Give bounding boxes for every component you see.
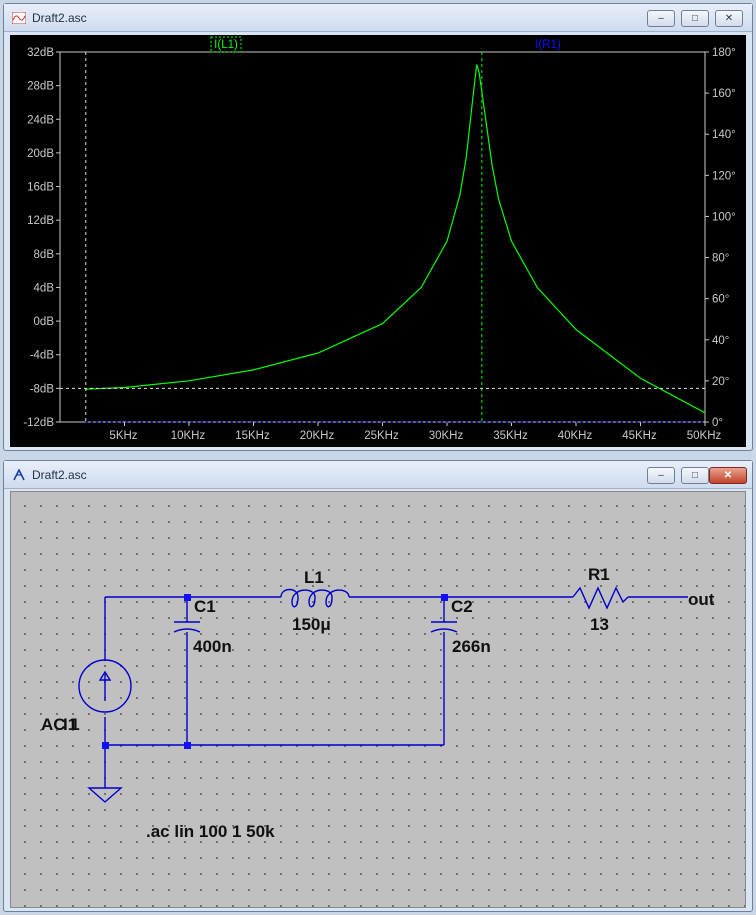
- bode-plot[interactable]: 32dB 28dB 24dB 20dB 16dB 12dB 8dB 4dB 0dB -4dB -8d…: [10, 35, 746, 447]
- spice-directive[interactable]: .ac lin 100 1 50k: [146, 822, 275, 841]
- r1-value-label[interactable]: 13: [590, 615, 609, 634]
- x-tick-label: 5KHz: [109, 430, 137, 442]
- plot-window-title: Draft2.asc: [32, 11, 87, 25]
- source-value-label[interactable]: AC 1: [41, 715, 80, 734]
- x-tick-label: 30KHz: [429, 430, 464, 442]
- plot-area[interactable]: 32dB 28dB 24dB 20dB 16dB 12dB 8dB 4dB 0dB -4dB -8d…: [10, 35, 746, 447]
- capacitor-c1-plate: [173, 628, 201, 633]
- minimize-button[interactable]: –: [647, 10, 675, 27]
- y2-tick-label: 140°: [712, 129, 736, 141]
- r1-ref-label[interactable]: R1: [588, 565, 610, 584]
- junction-dot: [441, 594, 448, 601]
- close-button[interactable]: ✕: [709, 467, 747, 484]
- x-tick-label: 35KHz: [493, 430, 528, 442]
- y2-tick-label: 160°: [712, 88, 736, 100]
- x-tick-label: 10KHz: [171, 430, 206, 442]
- y-tick-label: 32dB: [27, 47, 54, 59]
- y-tick-label: 0dB: [34, 316, 55, 328]
- y2-tick-label: 120°: [712, 170, 736, 182]
- x-tick-label: 40KHz: [558, 430, 593, 442]
- y-tick-label: -4dB: [30, 350, 55, 362]
- y2-tick-label: 180°: [712, 47, 736, 59]
- schematic-window-title: Draft2.asc: [32, 468, 87, 482]
- series-line-il1[interactable]: [85, 64, 706, 414]
- y-tick-label: 4dB: [34, 282, 55, 294]
- c1-ref-label[interactable]: C1: [194, 597, 216, 616]
- ground-symbol[interactable]: [87, 787, 123, 803]
- x-tick-label: 50KHz: [687, 430, 722, 442]
- l1-ref-label[interactable]: L1: [304, 568, 324, 587]
- y2-tick-label: 100°: [712, 211, 736, 223]
- net-label-out[interactable]: out: [688, 590, 715, 609]
- y2-tick-label: 20°: [712, 376, 729, 388]
- c1-value-label[interactable]: 400n: [193, 637, 232, 656]
- x-tick-label: 15KHz: [235, 430, 270, 442]
- y-tick-label: 20dB: [27, 148, 54, 160]
- plot-window: Draft2.asc – □ ✕ 32dB 28dB 24dB 20dB 16dB 12d…: [3, 3, 753, 451]
- plot-window-titlebar[interactable]: Draft2.asc – □ ✕: [4, 4, 752, 32]
- maximize-button[interactable]: □: [681, 467, 709, 484]
- y-tick-label: 24dB: [27, 114, 54, 126]
- y-tick-label: -12dB: [23, 417, 54, 429]
- y-tick-label: 28dB: [27, 81, 54, 93]
- y-tick-label: 16dB: [27, 182, 54, 194]
- y2-tick-label: 0°: [712, 417, 723, 429]
- junction-dot: [184, 594, 191, 601]
- junction-dot: [102, 742, 109, 749]
- y-tick-label: -8dB: [30, 383, 55, 395]
- legend-item-ir1[interactable]: I(R1): [535, 39, 561, 51]
- y2-tick-label: 40°: [712, 335, 729, 347]
- inductor-l1-symbol[interactable]: [280, 588, 350, 608]
- schematic-window: Draft2.asc – □ ✕ C1 400n L1 150μ C2 266n…: [3, 460, 753, 912]
- minimize-button[interactable]: –: [647, 467, 675, 484]
- c2-value-label[interactable]: 266n: [452, 637, 491, 656]
- waveform-icon: [12, 12, 26, 24]
- x-tick-label: 45KHz: [622, 430, 657, 442]
- legend-item-il1[interactable]: I(L1): [214, 39, 238, 51]
- maximize-button[interactable]: □: [681, 10, 709, 27]
- resistor-r1-symbol[interactable]: [572, 586, 629, 610]
- y-tick-label: 12dB: [27, 215, 54, 227]
- x-tick-label: 20KHz: [300, 430, 335, 442]
- capacitor-c2-plate: [430, 628, 458, 633]
- l1-value-label[interactable]: 150μ: [292, 615, 331, 634]
- junction-dot: [184, 742, 191, 749]
- schematic-drawing[interactable]: C1 400n L1 150μ C2 266n R1 13 out I1 AC …: [11, 492, 745, 907]
- c2-ref-label[interactable]: C2: [451, 597, 473, 616]
- y-tick-label: 8dB: [34, 249, 55, 261]
- close-button[interactable]: ✕: [715, 10, 743, 27]
- schematic-window-titlebar[interactable]: Draft2.asc – □ ✕: [4, 461, 752, 489]
- schematic-canvas[interactable]: C1 400n L1 150μ C2 266n R1 13 out I1 AC …: [10, 491, 746, 908]
- plot-frame: [59, 51, 706, 423]
- schematic-icon: [13, 469, 25, 481]
- x-tick-label: 25KHz: [364, 430, 399, 442]
- y2-tick-label: 80°: [712, 253, 729, 265]
- y2-tick-label: 60°: [712, 294, 729, 306]
